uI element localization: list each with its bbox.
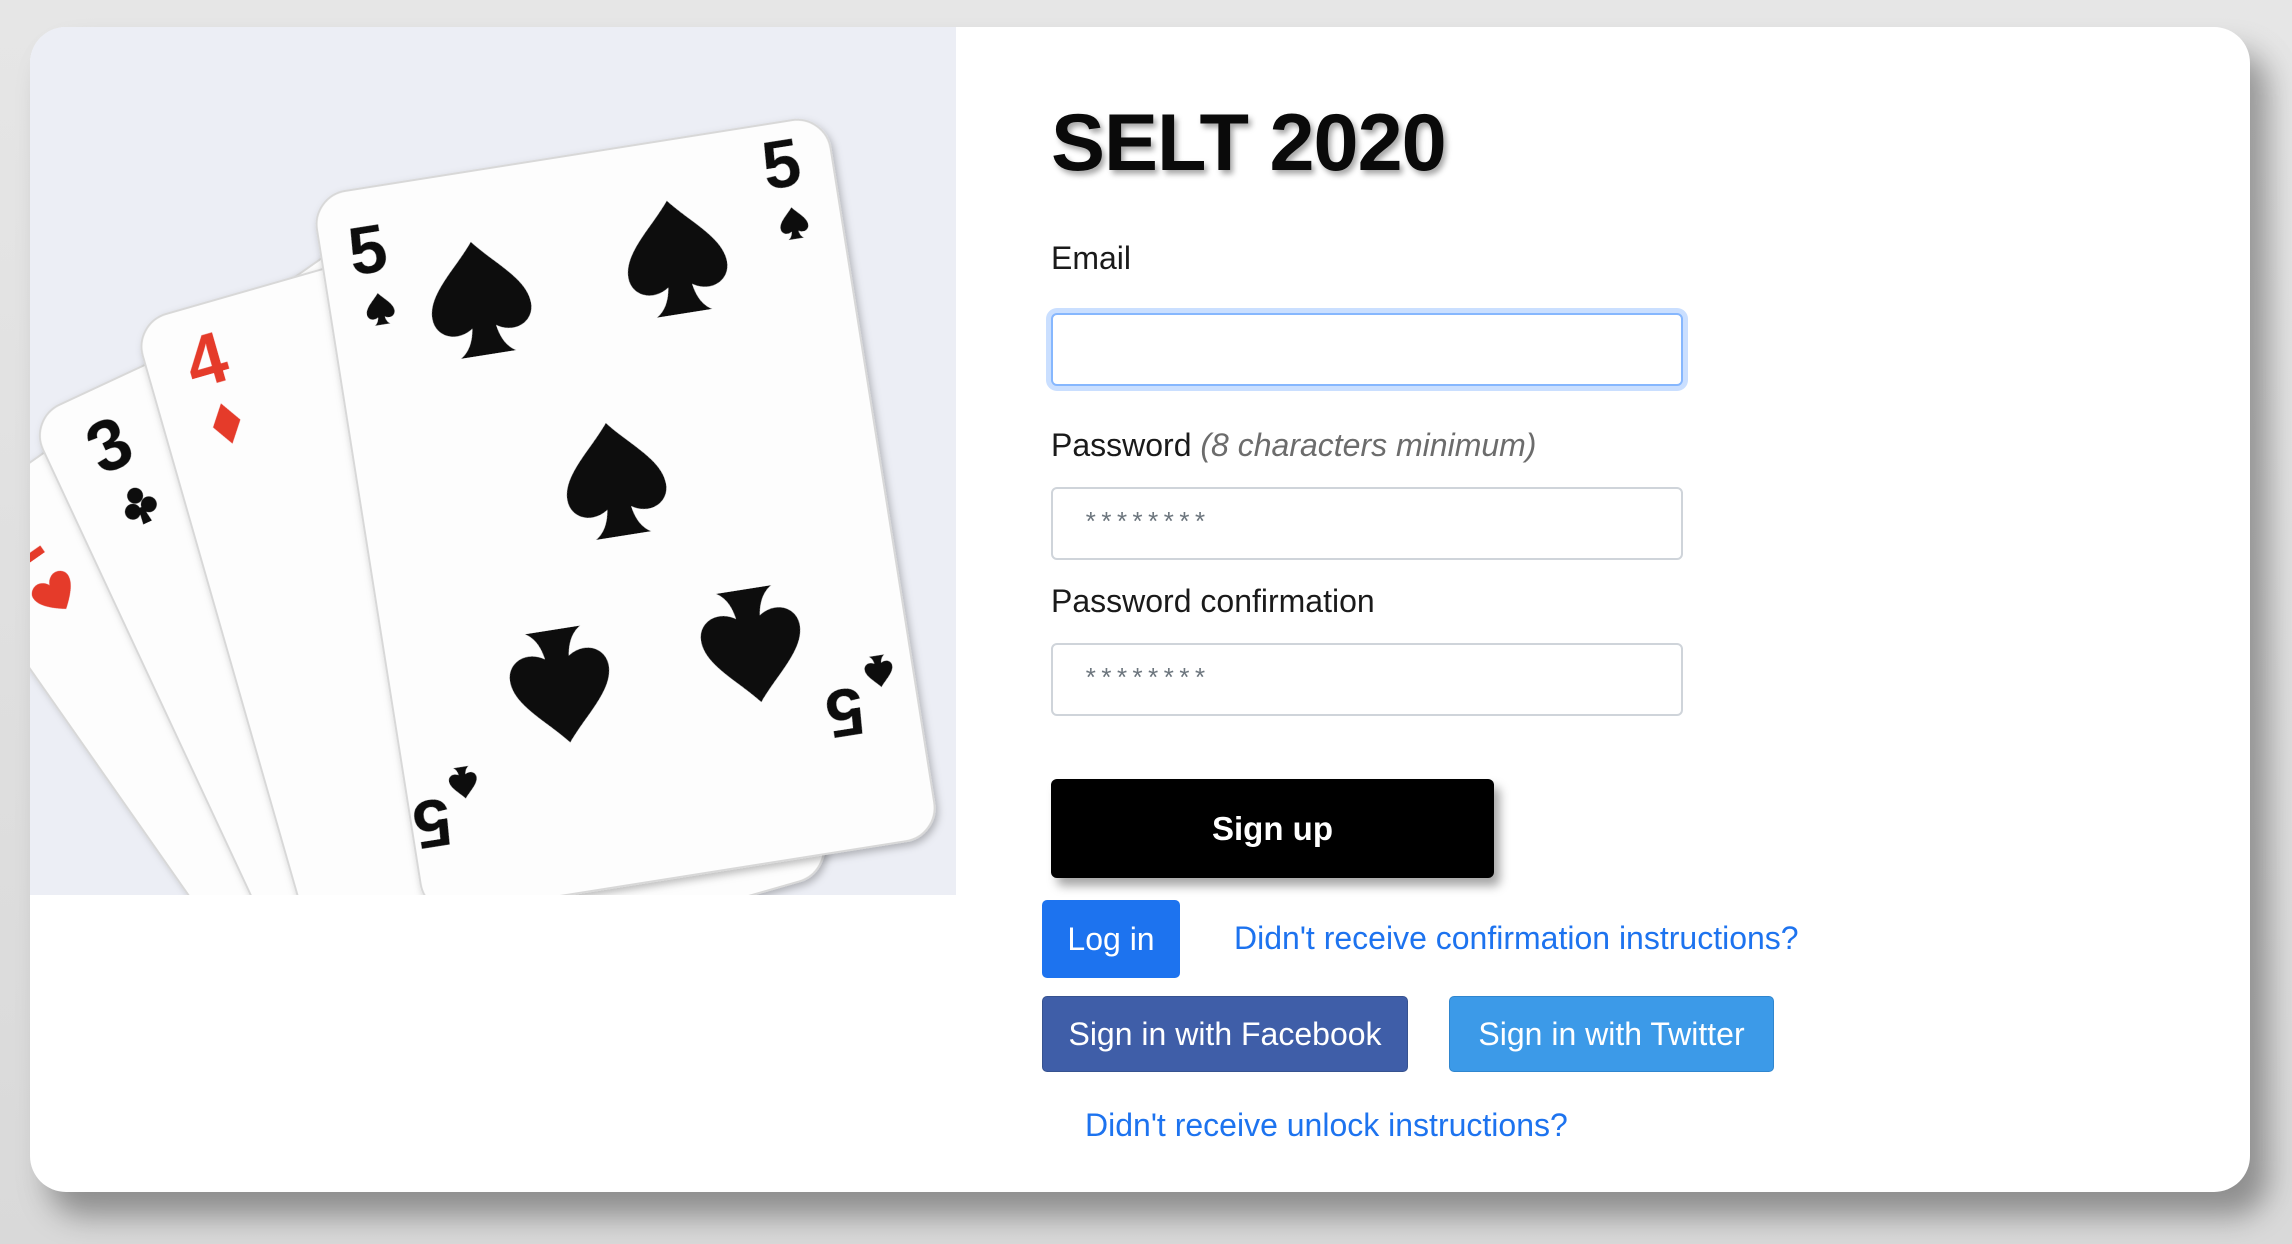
unlock-instructions-link[interactable]: Didn't receive unlock instructions? [1085, 1107, 1568, 1144]
email-field[interactable] [1051, 313, 1683, 386]
confirmation-instructions-link[interactable]: Didn't receive confirmation instructions… [1234, 920, 1799, 957]
log-in-button[interactable]: Log in [1042, 900, 1180, 978]
email-label: Email [1051, 240, 1132, 276]
password-label-text: Password [1051, 427, 1192, 463]
password-hint: (8 characters minimum) [1200, 427, 1537, 463]
browser-window: 2 3 4 5 5 [30, 27, 2250, 1192]
sign-up-button[interactable]: Sign up [1051, 779, 1494, 878]
password-label: Password (8 characters minimum) [1051, 427, 1536, 464]
password-field[interactable] [1051, 487, 1683, 560]
sign-in-twitter-button[interactable]: Sign in with Twitter [1449, 996, 1774, 1072]
password-confirmation-field[interactable] [1051, 643, 1683, 716]
playing-cards-image: 2 3 4 5 5 [30, 27, 956, 895]
sign-in-facebook-button[interactable]: Sign in with Facebook [1042, 996, 1408, 1072]
password-confirmation-label: Password confirmation [1051, 583, 1375, 619]
signup-form: SELT 2020 Email Password (8 characters m… [1042, 27, 2151, 1192]
page-title: SELT 2020 [1051, 98, 1447, 188]
